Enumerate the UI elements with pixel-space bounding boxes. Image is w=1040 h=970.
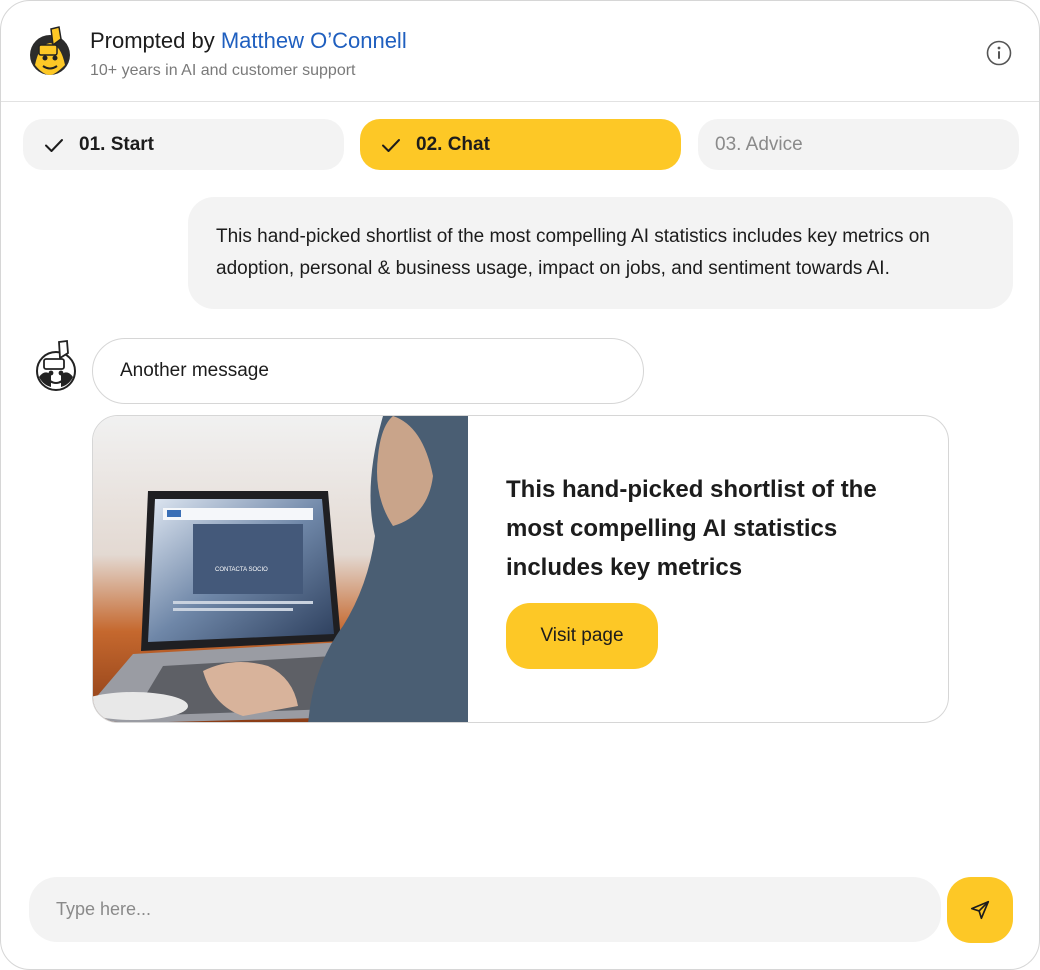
step-start[interactable]: 01. Start <box>23 119 344 170</box>
bot-avatar-icon <box>36 339 76 391</box>
visit-page-button[interactable]: Visit page <box>506 603 658 669</box>
prompted-by-label: Prompted by <box>90 28 221 53</box>
link-preview-card: CONTACTA SOCIO This hand-picked shortlis… <box>92 415 949 723</box>
step-chat[interactable]: 02. Chat <box>360 119 681 170</box>
step-label: 02. Chat <box>416 133 490 155</box>
step-label: 01. Start <box>79 133 154 155</box>
author-name-link[interactable]: Matthew O’Connell <box>221 28 407 53</box>
info-icon[interactable] <box>986 40 1012 66</box>
message-input[interactable] <box>29 877 941 942</box>
bot-message-bubble: Another message <box>92 338 644 404</box>
author-subtitle: 10+ years in AI and customer support <box>90 62 356 79</box>
mascot-avatar-icon <box>30 26 70 75</box>
chat-header: Prompted by Matthew O’Connell 10+ years … <box>1 1 1039 102</box>
laptop-photo: CONTACTA SOCIO <box>93 416 468 722</box>
bot-message-text: Another message <box>120 360 269 381</box>
step-label: 03. Advice <box>715 133 803 155</box>
user-message-bubble: This hand-picked shortlist of the most c… <box>188 197 1013 309</box>
check-icon <box>382 138 400 152</box>
card-description: This hand-picked shortlist of the most c… <box>506 476 877 581</box>
step-advice[interactable]: 03. Advice <box>698 119 1019 170</box>
header-title: Prompted by Matthew O’Connell <box>90 27 407 55</box>
chat-window: Prompted by Matthew O’Connell 10+ years … <box>0 0 1040 970</box>
check-icon <box>45 138 63 152</box>
screen-text: CONTACTA SOCIO <box>215 567 268 573</box>
composer <box>29 877 941 942</box>
send-icon <box>970 900 990 920</box>
send-button[interactable] <box>947 877 1013 943</box>
